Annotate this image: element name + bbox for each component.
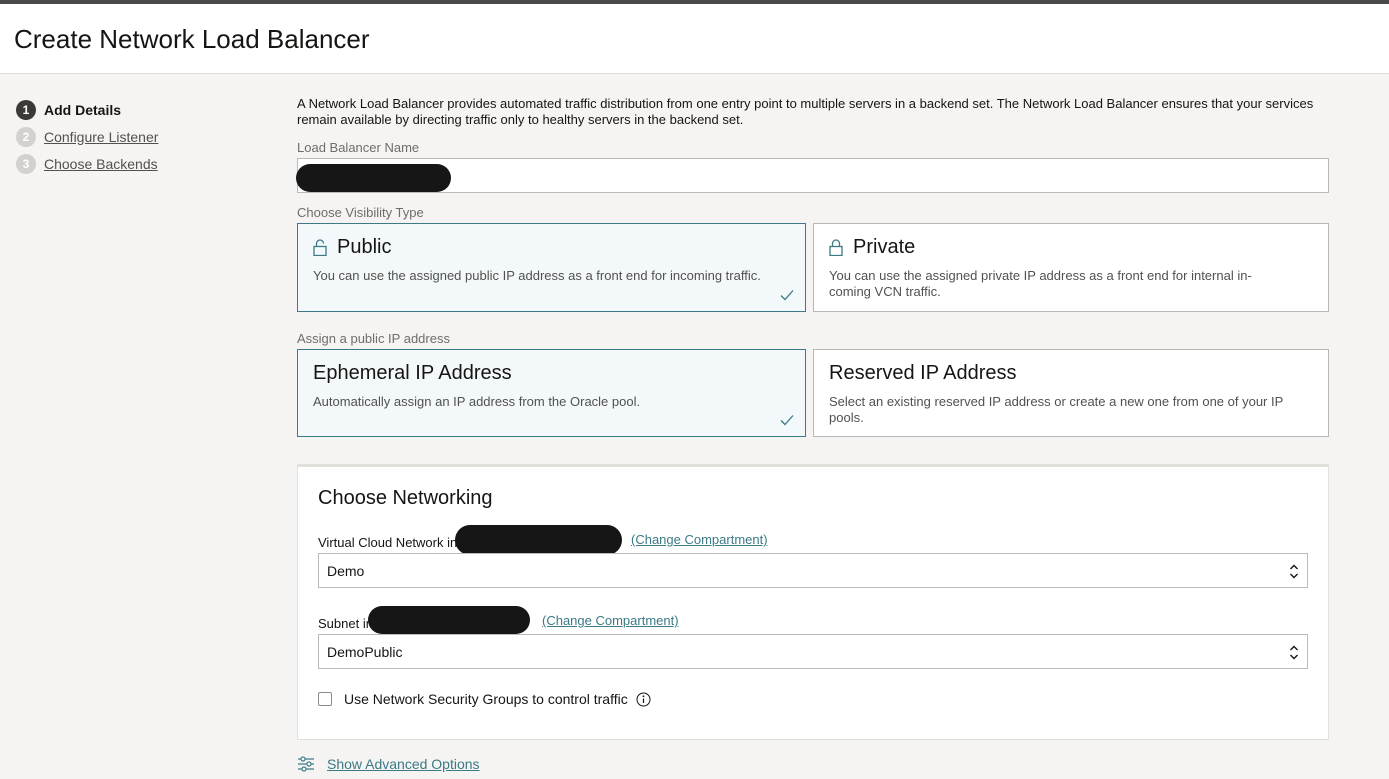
subnet-select-value: DemoPublic: [327, 643, 403, 660]
visibility-label: Choose Visibility Type: [297, 205, 424, 220]
subnet-select[interactable]: DemoPublic: [318, 634, 1308, 669]
visibility-private-card[interactable]: Private You can use the assigned private…: [813, 223, 1329, 312]
show-advanced-options-link[interactable]: Show Advanced Options: [327, 756, 480, 772]
card-description: You can use the assigned private IP addr…: [829, 268, 1252, 299]
info-icon[interactable]: [636, 692, 651, 707]
checkmark-icon: [780, 415, 794, 426]
subnet-label: Subnet in: [318, 616, 373, 631]
step-number: 1: [16, 99, 36, 120]
redaction-mark: [296, 164, 451, 192]
visibility-public-card[interactable]: Public You can use the assigned public I…: [297, 223, 806, 312]
vcn-label: Virtual Cloud Network in: [318, 535, 458, 550]
nsg-checkbox-label[interactable]: Use Network Security Groups to control t…: [344, 691, 628, 707]
card-description: Automatically assign an IP address from …: [313, 394, 641, 409]
card-title: Reserved IP Address: [829, 362, 1017, 384]
intro-text: A Network Load Balancer provides automat…: [297, 96, 1314, 127]
step-add-details: 1 Add Details: [16, 96, 158, 123]
lock-icon: [829, 239, 843, 256]
select-arrows-icon: [1290, 645, 1298, 660]
advanced-options[interactable]: Show Advanced Options: [297, 755, 480, 773]
step-link[interactable]: Configure Listener: [44, 129, 158, 145]
card-title-row: Public: [313, 236, 391, 259]
ip-assignment-label: Assign a public IP address: [297, 331, 450, 346]
vcn-select[interactable]: Demo: [318, 553, 1308, 588]
nsg-checkbox[interactable]: [318, 692, 332, 706]
page-title: Create Network Load Balancer: [14, 24, 370, 54]
page-header: Create Network Load Balancer: [0, 4, 1389, 74]
select-arrows-icon: [1290, 564, 1298, 579]
redaction-mark: [455, 525, 622, 555]
vcn-change-compartment-link[interactable]: (Change Compartment): [631, 532, 768, 547]
settings-sliders-icon: [298, 756, 314, 772]
unlock-icon: [313, 239, 327, 256]
wizard-steps: 1 Add Details 2 Configure Listener 3 Cho…: [16, 96, 158, 177]
card-title: Ephemeral IP Address: [313, 362, 512, 384]
nsg-checkbox-row: Use Network Security Groups to control t…: [318, 691, 651, 707]
checkmark-icon: [780, 290, 794, 301]
ephemeral-ip-card[interactable]: Ephemeral IP Address Automatically assig…: [297, 349, 806, 437]
vcn-select-value: Demo: [327, 562, 365, 579]
card-title: Public: [337, 236, 392, 258]
step-link[interactable]: Choose Backends: [44, 156, 158, 172]
card-title-row: Private: [829, 236, 915, 259]
name-label: Load Balancer Name: [297, 140, 420, 155]
card-description: You can use the assigned public IP addre…: [313, 268, 761, 283]
step-configure-listener[interactable]: 2 Configure Listener: [16, 123, 158, 150]
networking-title: Choose Networking: [318, 487, 493, 509]
step-number: 2: [16, 126, 36, 147]
subnet-change-compartment-link[interactable]: (Change Compartment): [542, 613, 679, 628]
step-choose-backends[interactable]: 3 Choose Backends: [16, 150, 158, 177]
load-balancer-name-input[interactable]: [297, 158, 1329, 193]
networking-panel: Choose Networking Virtual Cloud Network …: [297, 464, 1329, 740]
card-title: Private: [853, 236, 916, 258]
redaction-mark: [368, 606, 530, 634]
reserved-ip-card[interactable]: Reserved IP Address Select an existing r…: [813, 349, 1329, 437]
step-number: 3: [16, 153, 36, 174]
step-label: Add Details: [44, 101, 122, 118]
card-description: Select an existing reserved IP address o…: [829, 394, 1284, 425]
